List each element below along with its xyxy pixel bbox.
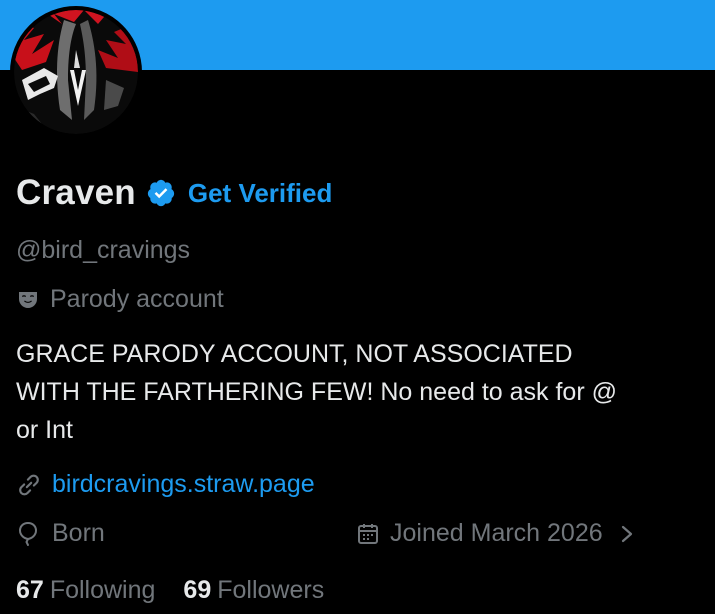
calendar-icon bbox=[356, 522, 380, 546]
following-link[interactable]: 67 Following bbox=[16, 576, 155, 605]
display-name: Craven bbox=[16, 173, 136, 212]
parody-label-row: Parody account bbox=[16, 285, 224, 314]
chevron-right-icon[interactable] bbox=[617, 523, 637, 545]
following-label: Following bbox=[49, 576, 156, 604]
website-link[interactable]: birdcravings.straw.page bbox=[52, 470, 315, 499]
joined-item[interactable]: Joined March 2026 bbox=[356, 519, 637, 548]
balloon-icon bbox=[16, 521, 40, 547]
name-row: Craven Get Verified bbox=[16, 170, 332, 216]
following-count: 67 bbox=[16, 576, 44, 604]
followers-link[interactable]: 69 Followers bbox=[183, 576, 324, 605]
profile-meta-row: Born Joined March 2026 bbox=[16, 519, 676, 553]
joined-label: Joined March 2026 bbox=[390, 519, 603, 547]
follow-stats: 67 Following 69 Followers bbox=[16, 576, 324, 605]
bio-line: or Int bbox=[16, 416, 73, 444]
born-item: Born bbox=[16, 519, 105, 548]
born-label: Born bbox=[52, 519, 105, 547]
get-verified-link[interactable]: Get Verified bbox=[188, 178, 333, 209]
avatar[interactable] bbox=[10, 6, 142, 138]
link-icon bbox=[16, 472, 42, 498]
parody-label: Parody account bbox=[50, 285, 224, 313]
avatar-image bbox=[14, 10, 138, 134]
followers-count: 69 bbox=[183, 576, 212, 604]
followers-label: Followers bbox=[217, 576, 325, 604]
website-row: birdcravings.straw.page bbox=[16, 470, 315, 499]
bio-line: WITH THE FARTHERING FEW! No need to ask … bbox=[16, 378, 617, 406]
user-handle: @bird_cravings bbox=[16, 236, 191, 264]
verified-badge-icon[interactable] bbox=[146, 178, 176, 208]
theater-mask-icon bbox=[16, 288, 40, 312]
bio-line: GRACE PARODY ACCOUNT, NOT ASSOCIATED bbox=[16, 340, 573, 368]
bio: GRACE PARODY ACCOUNT, NOT ASSOCIATED WIT… bbox=[16, 335, 696, 449]
